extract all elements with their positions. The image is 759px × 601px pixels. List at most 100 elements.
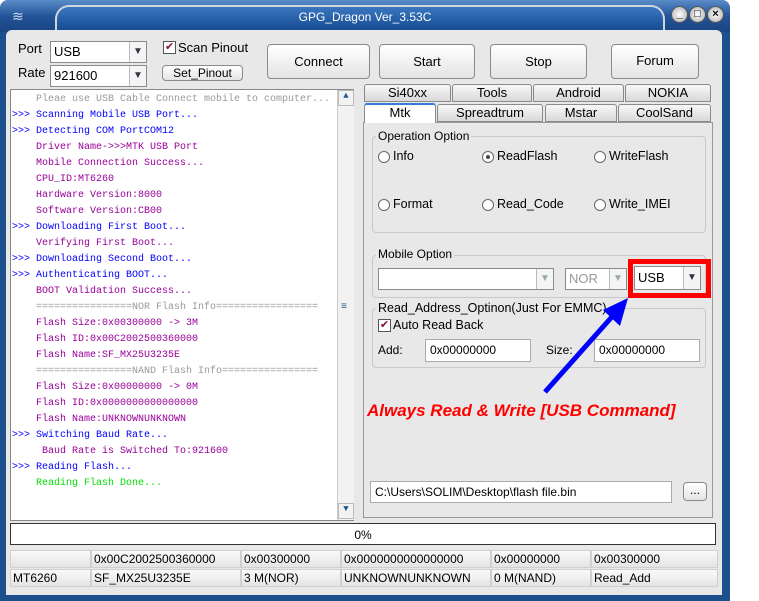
status-cell: 0 M(NAND) <box>491 569 591 587</box>
tab-si40xx[interactable]: Si40xx <box>364 84 451 102</box>
status-cell: 3 M(NOR) <box>241 569 341 587</box>
auto-read-back-label: Auto Read Back <box>393 318 484 332</box>
radio-readflash[interactable] <box>482 151 494 163</box>
interface-value: USB <box>638 270 665 285</box>
radio-label-readflash: ReadFlash <box>497 149 558 163</box>
log-line: Scanning Mobile USB Port... <box>36 110 199 121</box>
radio-label-write_imei: Write_IMEI <box>609 197 671 211</box>
connect-button[interactable]: Connect <box>267 44 370 79</box>
status-cell: UNKNOWNUNKNOWN <box>341 569 491 587</box>
maximize-button[interactable]: □ <box>689 6 706 23</box>
scroll-up-icon[interactable]: ▲ <box>338 90 354 106</box>
port-value: USB <box>54 44 81 59</box>
log-line: CPU_ID:MT6260 <box>36 174 115 185</box>
progress-bar: 0% <box>10 523 716 545</box>
auto-read-back-checkbox[interactable]: ✔ <box>378 319 391 332</box>
chevron-down-icon: ▼ <box>683 267 700 289</box>
minimize-button[interactable]: _ <box>671 6 688 23</box>
log-prefix: >>> <box>12 462 31 473</box>
scroll-grip-icon[interactable]: ≡ <box>341 302 347 313</box>
log-line: ================NAND Flash Info=========… <box>36 366 319 377</box>
log-line: Switching Baud Rate... <box>36 430 169 441</box>
memory-type-value: NOR <box>569 271 598 286</box>
log-line: Flash Name:UNKNOWNUNKNOWN <box>36 414 187 425</box>
progress-label: 0% <box>354 528 372 542</box>
radio-label-info: Info <box>393 149 414 163</box>
rate-label: Rate <box>18 65 46 80</box>
annotation-text: Always Read & Write [USB Command] <box>367 401 676 420</box>
radio-label-format: Format <box>393 197 433 211</box>
log-line: Hardware Version:8000 <box>36 190 163 201</box>
start-button[interactable]: Start <box>379 44 475 79</box>
tab-mtk[interactable]: Mtk <box>364 103 436 123</box>
port-label: Port <box>18 41 42 56</box>
status-cell: MT6260 <box>10 569 91 587</box>
log-line: Baud Rate is Switched To:921600 <box>36 446 229 457</box>
log-line: ================NOR Flash Info==========… <box>36 302 319 313</box>
chevron-down-icon: ▼ <box>609 269 626 289</box>
log-line: Detecting COM PortCOM12 <box>36 126 175 137</box>
port-select[interactable]: USB ▼ <box>50 41 147 63</box>
radio-info[interactable] <box>378 151 390 163</box>
operation-option-label: Operation Option <box>376 129 472 143</box>
status-cell: Read_Add <box>591 569 718 587</box>
set-pinout-button[interactable]: Set_Pinout <box>162 65 243 81</box>
log-prefix: >>> <box>12 126 31 137</box>
chevron-down-icon: ▼ <box>129 42 146 62</box>
log-prefix: >>> <box>12 254 31 265</box>
mobile-model-select[interactable]: ▼ <box>378 268 554 290</box>
tab-mstar[interactable]: Mstar <box>545 104 617 122</box>
log-line: Flash Name:SF_MX25U3235E <box>36 350 181 361</box>
status-cell <box>10 550 91 568</box>
window-title: GPG_Dragon Ver_3.53C <box>298 10 432 24</box>
tab-nokia[interactable]: NOKIA <box>625 84 711 102</box>
stop-button[interactable]: Stop <box>490 44 587 79</box>
log-line: Verifying First Boot... <box>36 238 175 249</box>
interface-select[interactable]: USB ▼ <box>634 266 701 290</box>
radio-label-writeflash: WriteFlash <box>609 149 669 163</box>
rate-value: 921600 <box>54 68 98 83</box>
log-line: Driver Name->>>MTK USB Port <box>36 142 199 153</box>
log-line: Flash ID:0x0000000000000000 <box>36 398 199 409</box>
annotation-arrow <box>543 298 628 394</box>
radio-read_code[interactable] <box>482 199 494 211</box>
log-line: Downloading First Boot... <box>36 222 187 233</box>
tab-tools[interactable]: Tools <box>452 84 532 102</box>
log-line: Authenticating BOOT... <box>36 270 169 281</box>
close-button[interactable]: × <box>707 6 724 23</box>
status-cell: SF_MX25U3235E <box>91 569 241 587</box>
status-cell: 0x00C2002500360000 <box>91 550 241 568</box>
forum-button[interactable]: Forum <box>611 44 699 79</box>
log-line: Pleae use USB Cable Connect mobile to co… <box>36 94 331 105</box>
radio-write_imei[interactable] <box>594 199 606 211</box>
rate-select[interactable]: 921600 ▼ <box>50 65 147 87</box>
radio-writeflash[interactable] <box>594 151 606 163</box>
add-input[interactable]: 0x00000000 <box>425 339 531 362</box>
log-prefix: >>> <box>12 222 31 233</box>
tab-android[interactable]: Android <box>533 84 624 102</box>
scan-pinout-checkbox[interactable]: ✔ <box>163 41 176 54</box>
scroll-down-icon[interactable]: ▼ <box>338 503 354 519</box>
log-line: Flash ID:0x00C2002500360000 <box>36 334 199 345</box>
status-cell: 0x00300000 <box>241 550 341 568</box>
arrow-shaft <box>543 308 620 394</box>
log-scrollbar[interactable]: ▲ ≡ ▼ <box>337 90 354 520</box>
log-prefix: >>> <box>12 270 31 281</box>
status-cell: 0x00000000 <box>491 550 591 568</box>
log-line: Downloading Second Boot... <box>36 254 193 265</box>
browse-button[interactable]: ... <box>683 482 707 501</box>
add-label: Add: <box>378 343 403 357</box>
file-path-input[interactable]: C:\Users\SOLIM\Desktop\flash file.bin <box>370 481 672 503</box>
tab-coolsand[interactable]: CoolSand <box>618 104 711 122</box>
memory-type-select[interactable]: NOR ▼ <box>565 268 627 290</box>
radio-format[interactable] <box>378 199 390 211</box>
log-line: Mobile Connection Success... <box>36 158 205 169</box>
chevron-down-icon: ▼ <box>129 66 146 86</box>
status-cell: 0x00300000 <box>591 550 718 568</box>
tab-spreadtrum[interactable]: Spreadtrum <box>437 104 543 122</box>
scan-pinout-label: Scan Pinout <box>178 40 249 55</box>
log-output[interactable]: ▲ ≡ ▼ Pleae use USB Cable Connect mobile… <box>10 89 354 521</box>
log-line: Software Version:CB00 <box>36 206 163 217</box>
log-line: Flash Size:0x00000000 -> 0M <box>36 382 199 393</box>
log-line: Reading Flash Done... <box>36 478 163 489</box>
